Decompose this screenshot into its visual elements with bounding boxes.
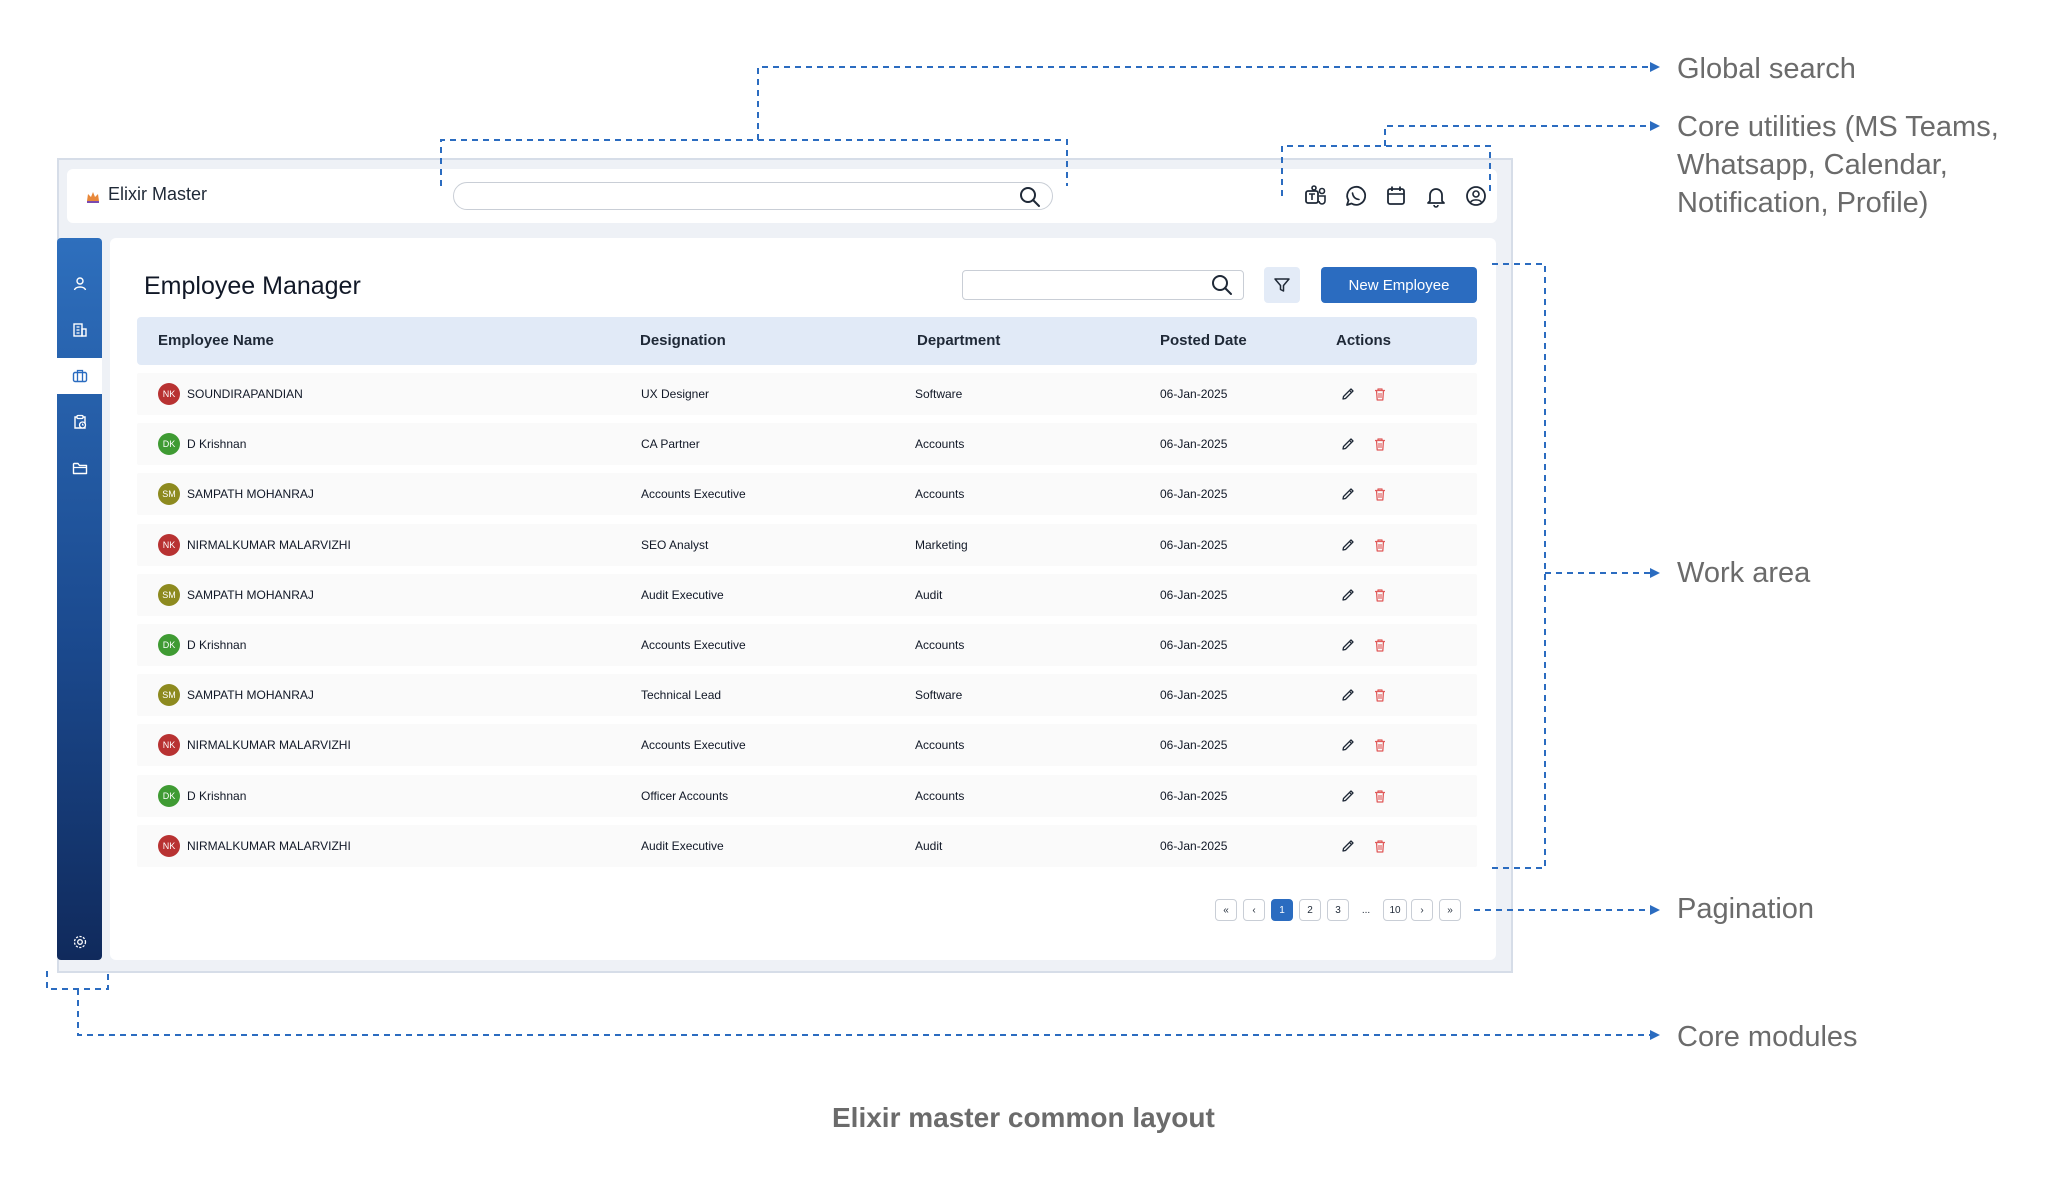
annotation-core-modules: Core modules [1677,1021,1858,1053]
annotation-core-utilities-line-2: Whatsapp, Calendar, [1677,149,1948,181]
annotation-core-utilities-line-3: Notification, Profile) [1677,187,1929,219]
annotation-pagination: Pagination [1677,893,1815,925]
annotation-work-area: Work area [1677,557,1811,589]
annotation-core-utilities-line-1: Core utilities (MS Teams, [1677,111,1999,143]
annotation-global-search: Global search [1677,53,1856,85]
figure-caption: Elixir master common layout [832,1102,1215,1133]
